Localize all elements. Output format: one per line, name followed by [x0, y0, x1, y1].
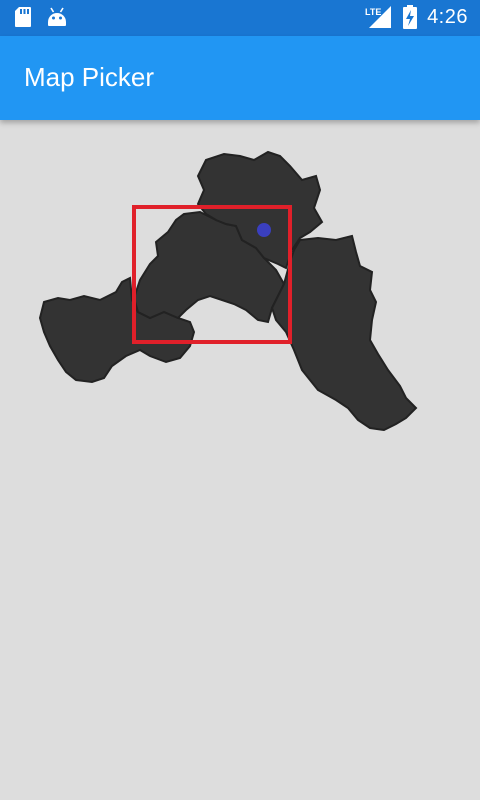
app-bar: Map Picker — [0, 36, 480, 120]
status-bar: LTE 4:26 — [0, 0, 480, 36]
sd-card-icon — [15, 7, 31, 27]
status-left-icons — [14, 6, 68, 28]
status-right-icons: LTE 4:26 — [365, 4, 468, 30]
app-title: Map Picker — [24, 62, 155, 92]
network-type-label: LTE — [365, 7, 381, 17]
status-time: 4:26 — [427, 5, 468, 28]
location-marker[interactable] — [257, 223, 271, 237]
android-icon — [48, 7, 66, 26]
map-region-east[interactable] — [270, 234, 418, 432]
map-canvas[interactable] — [0, 120, 480, 800]
map-view[interactable] — [0, 120, 480, 800]
battery-charging-icon — [403, 5, 418, 29]
app-screen: LTE 4:26 Map Picker — [0, 0, 480, 800]
lte-signal-icon: LTE — [365, 6, 392, 28]
